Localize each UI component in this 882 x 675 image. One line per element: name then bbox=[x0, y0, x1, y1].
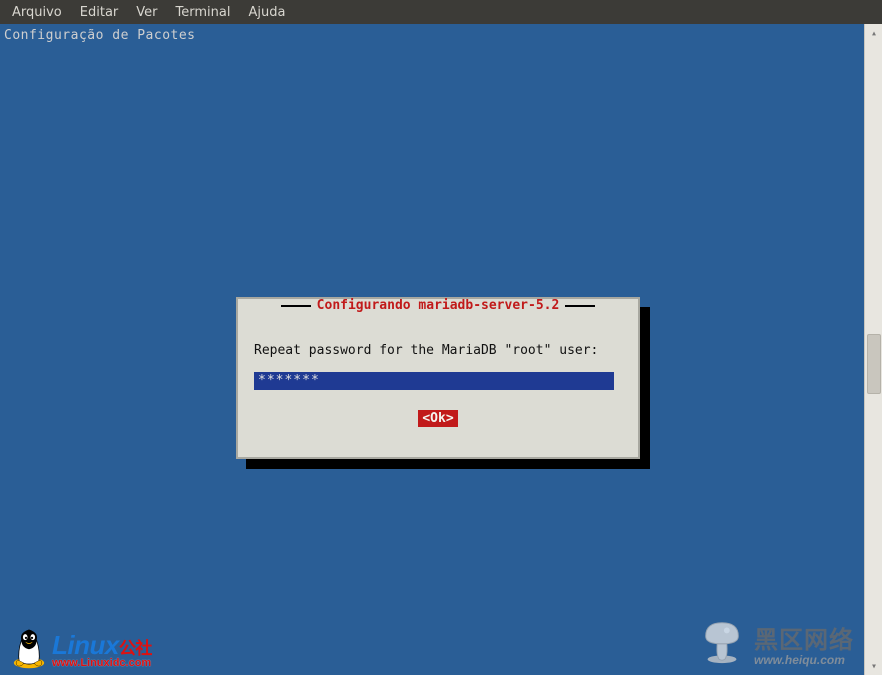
dialog-body: Repeat password for the MariaDB "root" u… bbox=[238, 313, 638, 435]
dialog-title-edge-left bbox=[281, 305, 311, 307]
menubar: Arquivo Editar Ver Terminal Ajuda bbox=[0, 0, 882, 24]
terminal-area: Configuração de Pacotes Configurando mar… bbox=[0, 24, 864, 675]
menu-editar[interactable]: Editar bbox=[72, 3, 127, 22]
heiou-url: www.heiqu.com bbox=[754, 653, 845, 667]
tux-icon bbox=[10, 625, 48, 673]
scrollbar-track[interactable]: ▴ ▾ bbox=[864, 24, 882, 675]
heiou-text: 黑区网络 www.heiqu.com bbox=[754, 620, 854, 667]
config-dialog: Configurando mariadb-server-5.2 Repeat p… bbox=[236, 297, 640, 459]
menu-ajuda[interactable]: Ajuda bbox=[240, 3, 293, 22]
watermark-left: Linux公社 www.Linuxidc.com bbox=[10, 625, 152, 673]
linux-text: Linux公社 www.Linuxidc.com bbox=[52, 630, 152, 669]
mushroom-icon bbox=[698, 617, 746, 669]
menu-terminal[interactable]: Terminal bbox=[168, 3, 239, 22]
watermark-right: 黑区网络 www.heiqu.com bbox=[698, 617, 854, 669]
password-input[interactable]: ******* bbox=[254, 372, 614, 390]
scrollbar-up-icon[interactable]: ▴ bbox=[865, 24, 882, 42]
linux-url: www.Linuxidc.com bbox=[52, 657, 152, 669]
dialog-title-row: Configurando mariadb-server-5.2 bbox=[238, 298, 638, 313]
dialog-title-edge-right bbox=[565, 305, 595, 307]
linux-brand-suffix: 公社 bbox=[119, 639, 152, 658]
dialog-title: Configurando mariadb-server-5.2 bbox=[311, 298, 566, 313]
terminal-title: Configuração de Pacotes bbox=[0, 24, 864, 47]
linux-brand-name: Linux bbox=[52, 630, 119, 660]
heiou-brand: 黑区网络 bbox=[754, 620, 854, 655]
ok-button[interactable]: <Ok> bbox=[418, 410, 457, 427]
scrollbar-thumb[interactable] bbox=[867, 334, 881, 394]
menu-ver[interactable]: Ver bbox=[128, 3, 165, 22]
ok-row: <Ok> bbox=[254, 410, 622, 427]
menu-arquivo[interactable]: Arquivo bbox=[4, 3, 70, 22]
scrollbar-down-icon[interactable]: ▾ bbox=[865, 657, 882, 675]
dialog-prompt: Repeat password for the MariaDB "root" u… bbox=[254, 343, 622, 358]
